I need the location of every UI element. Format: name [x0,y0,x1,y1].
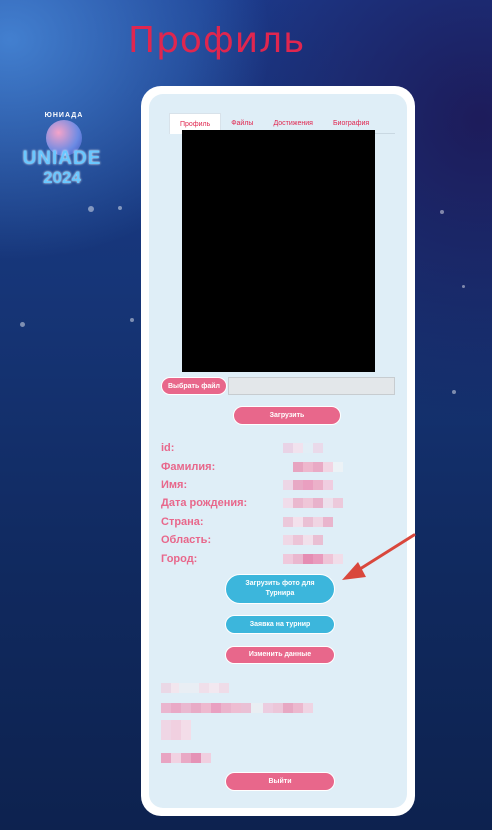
sparkle [462,285,465,288]
field-label: Страна: [161,515,204,528]
redacted-value [283,553,343,564]
field-label: Фамилия: [161,460,216,473]
tournament-application-button[interactable]: Заявка на турнир [225,615,335,634]
profile-field-city: Город: [161,549,361,567]
sparkle [20,322,25,327]
choose-file-button[interactable]: Выбрать файл [161,377,227,395]
redacted-line [161,720,191,745]
redacted-value [283,443,323,454]
file-picker: Выбрать файл [161,377,397,397]
profile-field-surname: Фамилия: [161,457,361,475]
profile-field-country: Страна: [161,513,361,531]
file-name-field[interactable] [228,377,395,395]
logout-button[interactable]: Выйти [225,772,335,791]
redacted-value [283,535,323,546]
sparkle [452,390,456,394]
logo-arc-text: ЮНИАДА [44,112,84,119]
profile-field-birthdate: Дата рождения: [161,494,361,512]
field-label: Дата рождения: [161,497,248,510]
profile-field-name: Имя: [161,476,361,494]
redacted-value [283,516,333,527]
logo-name: UNIADE [22,148,102,169]
sparkle [440,210,444,214]
profile-card-inner: Профиль Файлы Достижения Биография Выбра… [149,94,407,808]
redacted-value [283,461,343,472]
red-arrow-annotation [342,533,416,580]
page-title: Профиль [128,20,306,61]
edit-data-button[interactable]: Изменить данные [225,646,335,664]
sparkle [88,206,94,212]
upload-tournament-photo-button[interactable]: Загрузить фото для Турнира [225,574,335,604]
field-label: Имя: [161,478,188,491]
sparkle [118,206,122,210]
field-label: id: [161,442,175,455]
redacted-line [161,750,211,768]
uniade-logo: ЮНИАДА UNIADE 2024 [14,112,110,192]
field-label: Область: [161,534,212,547]
redacted-line [161,700,313,718]
profile-field-region: Область: [161,531,361,549]
profile-info: id: Фамилия: Имя: Дата рождения: Страна:… [161,439,361,568]
field-label: Город: [161,552,198,565]
profile-photo [182,130,375,372]
redacted-line [161,680,229,698]
logo-year: 2024 [43,168,81,187]
profile-field-id: id: [161,439,361,457]
profile-card: Профиль Файлы Достижения Биография Выбра… [141,86,415,816]
sparkle [130,318,134,322]
upload-button[interactable]: Загрузить [233,406,341,425]
redacted-value [283,498,343,509]
redacted-value [283,479,333,490]
